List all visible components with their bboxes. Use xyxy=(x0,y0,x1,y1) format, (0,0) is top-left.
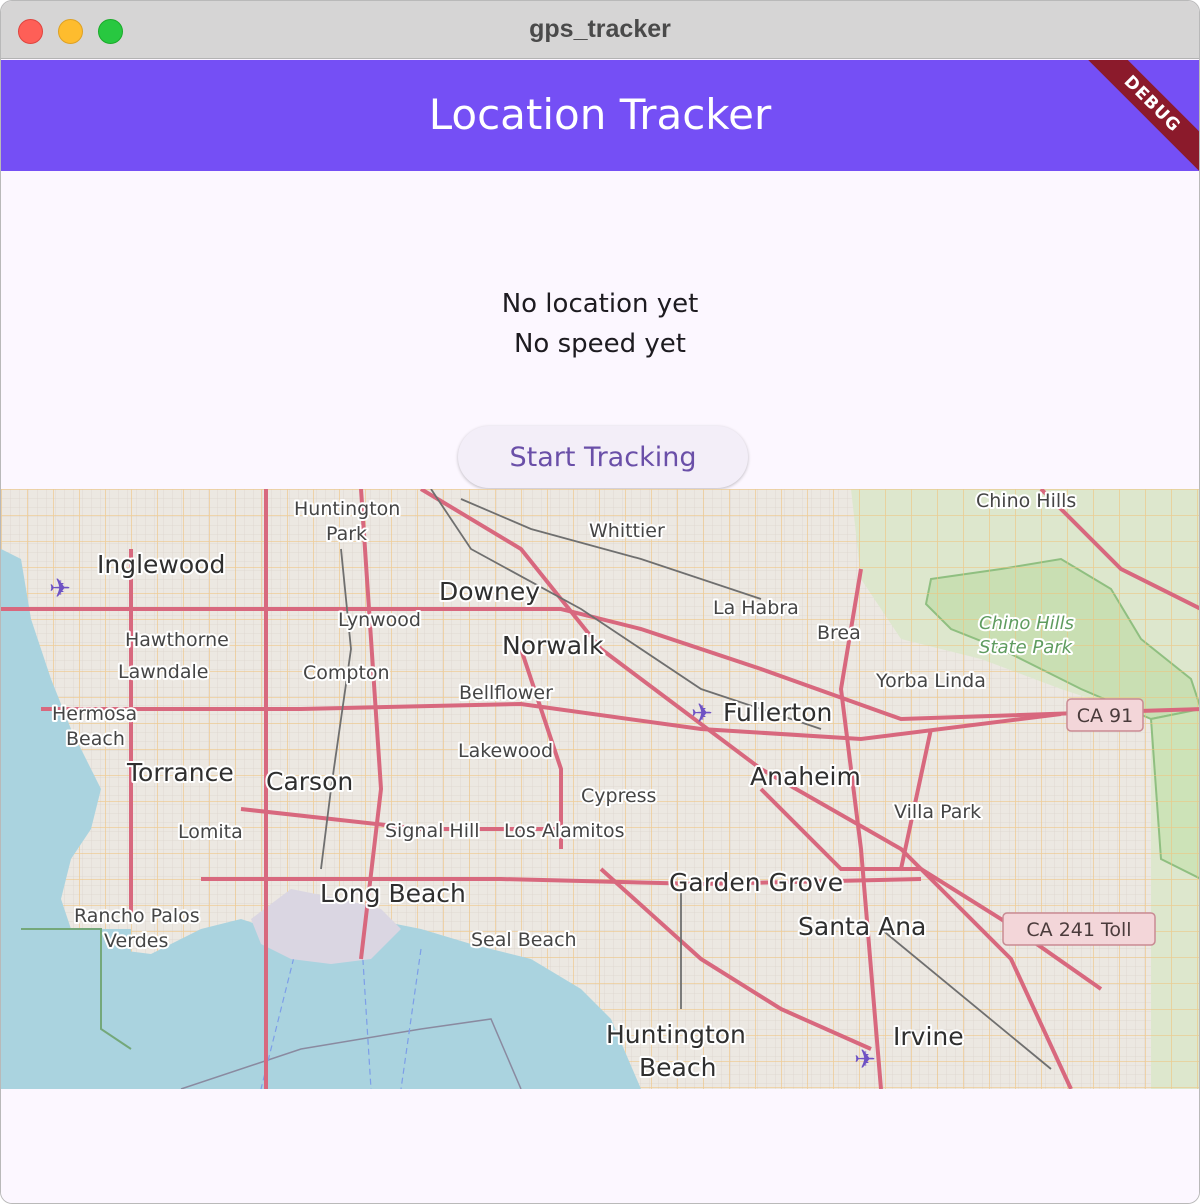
map-label: Rancho Palos xyxy=(74,905,200,927)
ocean-west xyxy=(1,929,131,1089)
map-label: Carson xyxy=(266,767,353,796)
map-label: Hermosa xyxy=(52,703,137,725)
map-label: Lakewood xyxy=(458,740,553,762)
map-view[interactable]: ✈ ✈ ✈ CA 91 CA 241 Toll Inglewood Huntin… xyxy=(1,489,1200,1089)
map-label: Lawndale xyxy=(118,661,208,683)
map-label: Brea xyxy=(817,622,861,644)
map-label: Park xyxy=(326,523,367,545)
ca-241-shield: CA 241 Toll xyxy=(1002,912,1156,946)
map-label: Verdes xyxy=(104,930,168,952)
map-label: Lynwood xyxy=(338,609,421,631)
window-title: gps_tracker xyxy=(529,15,671,43)
airport-icon: ✈ xyxy=(49,574,71,604)
map-canvas[interactable]: ✈ ✈ ✈ CA 91 CA 241 Toll Inglewood Huntin… xyxy=(1,489,1200,1089)
ca-91-shield-label: CA 91 xyxy=(1077,705,1133,727)
map-label: Huntington xyxy=(606,1020,746,1049)
map-label: Chino Hills xyxy=(976,490,1076,512)
ca-91-shield: CA 91 xyxy=(1066,698,1144,732)
location-status-text: No location yet xyxy=(501,289,699,319)
map-label: Whittier xyxy=(589,520,665,542)
map-label: Yorba Linda xyxy=(875,670,986,692)
main-content: No location yet No speed yet Start Track… xyxy=(1,171,1200,1203)
map-label: Cypress xyxy=(581,785,656,807)
map-label: Huntington xyxy=(294,498,400,520)
app-window: gps_tracker Location Tracker DEBUG No lo… xyxy=(0,0,1200,1204)
app-bar: Location Tracker DEBUG xyxy=(1,60,1199,171)
start-tracking-button[interactable]: Start Tracking xyxy=(458,426,748,488)
map-label: Hawthorne xyxy=(125,629,229,651)
map-label: Irvine xyxy=(893,1022,964,1051)
map-label: Torrance xyxy=(126,758,234,787)
map-label: State Park xyxy=(979,637,1074,658)
map-label: Los Alamitos xyxy=(504,820,625,842)
map-label: Compton xyxy=(303,662,390,684)
map-label: Garden Grove xyxy=(669,868,843,897)
page-title: Location Tracker xyxy=(428,90,772,139)
map-label: Norwalk xyxy=(502,631,604,660)
window-titlebar: gps_tracker xyxy=(1,1,1199,59)
map-label: Chino Hills xyxy=(979,613,1074,634)
map-label: Fullerton xyxy=(723,698,832,727)
ca-241-shield-label: CA 241 Toll xyxy=(1026,919,1131,941)
map-label: Inglewood xyxy=(97,550,225,579)
speed-status-text: No speed yet xyxy=(513,329,686,359)
airport-icon: ✈ xyxy=(691,699,713,729)
map-label: Anaheim xyxy=(750,762,861,791)
map-label: Beach xyxy=(639,1053,716,1082)
map-label: Downey xyxy=(439,577,540,606)
map-label: Signal Hill xyxy=(385,820,480,842)
map-label: La Habra xyxy=(713,597,799,619)
airport-icon: ✈ xyxy=(854,1045,876,1075)
map-label: Lomita xyxy=(178,821,243,843)
map-label: Beach xyxy=(66,728,125,750)
map-label: Santa Ana xyxy=(798,912,926,941)
map-label: Bellflower xyxy=(459,682,553,704)
map-label: Villa Park xyxy=(894,801,981,823)
map-label: Seal Beach xyxy=(471,929,577,951)
map-label: Long Beach xyxy=(320,879,466,908)
